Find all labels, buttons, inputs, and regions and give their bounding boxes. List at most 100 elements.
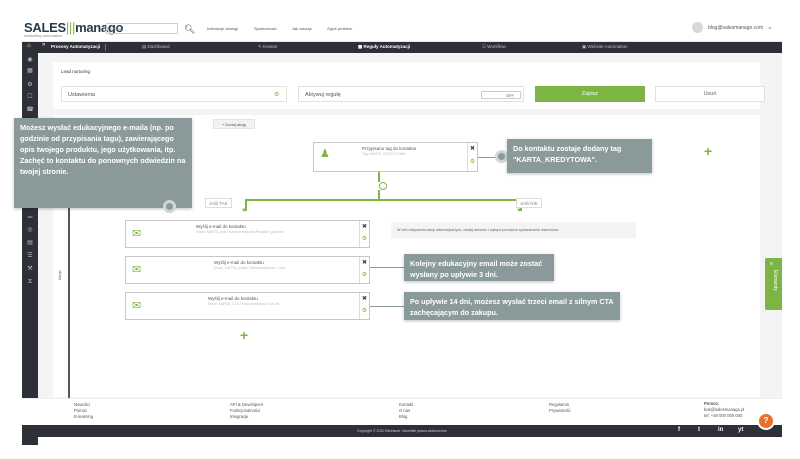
- nav-divider: [105, 44, 106, 51]
- top-header: SALES|||manago marketing automation Szuk…: [22, 18, 782, 42]
- callout-third-email: Po upływie 14 dni, możesz wysłać trzeci …: [404, 292, 620, 320]
- phone-icon[interactable]: ☎: [26, 106, 34, 114]
- footer-link[interactable]: Funkcjonalności: [230, 408, 260, 413]
- email-card-actions: ✖ ⚙: [359, 293, 369, 319]
- footer-link[interactable]: Nowości: [74, 402, 90, 407]
- chat-icon[interactable]: ☐: [26, 93, 34, 101]
- email-action-card-2[interactable]: ✉ Wyślij e-mail do kontaktu Email: KARTA…: [125, 256, 370, 284]
- callout-connector: [370, 267, 404, 268]
- double-chevron-icon[interactable]: »: [42, 42, 45, 48]
- arrow-down-icon: ▼: [241, 208, 247, 214]
- activate-toggle[interactable]: OFF: [481, 91, 521, 99]
- branch-yes-label: Jeśli TAK: [205, 198, 232, 208]
- email-card-subtitle: Email: KARTA_CTA / Karta kredytowa / 14 …: [208, 302, 280, 306]
- settings-dropdown[interactable]: Ustawienia ⚙: [61, 86, 287, 102]
- clock-icon[interactable]: [379, 182, 387, 190]
- eye-icon[interactable]: ◉: [26, 56, 34, 64]
- footer-link[interactable]: API & Developers: [230, 402, 263, 407]
- email-action-card-1[interactable]: ✉ Wyślij e-mail do kontaktu Email: KARTA…: [125, 220, 370, 248]
- footer-bar: Copyright © 2020 Benhauer. Wszelkie praw…: [22, 425, 782, 437]
- callout-marker: [163, 200, 176, 213]
- list-icon[interactable]: ☰: [26, 252, 34, 260]
- link-getting-started[interactable]: Jak zacząć: [292, 26, 312, 31]
- elements-panel-tab[interactable]: ≡ Elementy: [765, 258, 782, 310]
- connector-line: [378, 172, 380, 182]
- gear-icon[interactable]: ⚙: [468, 158, 477, 167]
- footer-link[interactable]: Pomoc: [74, 408, 87, 413]
- youtube-icon[interactable]: yt: [738, 427, 743, 433]
- gear-icon[interactable]: ⚙: [274, 91, 279, 98]
- grip-icon: ≡: [770, 261, 773, 267]
- support-title: Pomoc:: [704, 401, 720, 406]
- tab-workflow[interactable]: ☷ Workflow: [482, 44, 506, 50]
- nav-section-title[interactable]: Procesy Automatyzacji: [51, 44, 100, 49]
- gear-icon[interactable]: ⚙: [360, 307, 369, 316]
- calendar-icon[interactable]: ▤: [26, 239, 34, 247]
- tag-person-icon: ♟︎: [320, 148, 330, 160]
- wrench-icon[interactable]: ⚒: [26, 265, 34, 273]
- close-icon[interactable]: ✖: [360, 295, 369, 304]
- gear-icon[interactable]: ⚙: [26, 81, 34, 89]
- facebook-icon[interactable]: f: [678, 427, 680, 433]
- help-chat-icon[interactable]: ?: [757, 412, 775, 430]
- target-icon[interactable]: ◎: [26, 226, 34, 234]
- add-action-button[interactable]: + Dodaj akcję: [213, 119, 255, 129]
- search-icon[interactable]: 🔍︎: [184, 23, 196, 35]
- footer-link[interactable]: Kontakt: [399, 402, 413, 407]
- close-icon[interactable]: ✖: [360, 223, 369, 232]
- user-email[interactable]: blog@salesmanago.com: [708, 25, 763, 31]
- email-card-subtitle: Email: KARTA_email / Karta kredytowa / 3…: [214, 266, 286, 270]
- link-community[interactable]: Społeczność: [254, 26, 277, 31]
- footer-link[interactable]: O nas: [399, 408, 410, 413]
- trigger-card[interactable]: ♟︎ Przypisano tag do kontaktu Tag: KARTA…: [313, 142, 478, 172]
- add-action-plus-icon[interactable]: +: [240, 327, 248, 343]
- connector-line: [378, 190, 380, 199]
- close-icon[interactable]: ✖: [360, 259, 369, 268]
- gear-icon[interactable]: ⚙: [360, 271, 369, 280]
- link-report-problem[interactable]: Zgłoś problem: [327, 26, 352, 31]
- link-instructions[interactable]: Instrukcje obsługi: [207, 26, 238, 31]
- search-input[interactable]: Szukaj...: [106, 23, 178, 34]
- gear-icon[interactable]: ⚙: [360, 235, 369, 244]
- trigger-title: Przypisano tag do kontaktu: [362, 146, 417, 151]
- linkedin-icon[interactable]: in: [718, 427, 723, 433]
- email-icon: ✉: [132, 264, 142, 276]
- email-action-card-3[interactable]: ✉ Wyślij e-mail do kontaktu Email: KARTA…: [125, 292, 370, 320]
- tab-creator[interactable]: ✎ Kreator: [258, 44, 278, 50]
- copyright: Copyright © 2020 Benhauer. Wszelkie praw…: [357, 429, 448, 433]
- delete-button[interactable]: Usuń: [655, 86, 765, 102]
- callout-second-email: Kolejny edukacyjny email może zostać wys…: [404, 254, 554, 281]
- logo-subtitle: marketing automation: [24, 33, 63, 38]
- footer-link[interactable]: Prywatność: [549, 408, 571, 413]
- add-branch-plus-icon[interactable]: +: [704, 143, 712, 159]
- tab-automation-rules[interactable]: ▦ Reguły Automatyzacji: [358, 44, 410, 50]
- chart-icon[interactable]: ▁: [26, 211, 34, 219]
- avatar[interactable]: [692, 22, 703, 33]
- footer-link[interactable]: Integracje: [230, 414, 248, 419]
- support-email[interactable]: bok@salesmanago.pl: [704, 407, 744, 412]
- tab-website-automation[interactable]: ▣ Website Automation: [582, 44, 627, 50]
- footer-link[interactable]: Blog: [399, 414, 407, 419]
- close-icon[interactable]: ✖: [468, 145, 477, 154]
- save-button[interactable]: Zapisz: [535, 86, 645, 102]
- home-icon[interactable]: ⌂: [27, 43, 31, 49]
- email-card-title: Wyślij e-mail do kontaktu: [214, 260, 264, 265]
- filter-icon[interactable]: ⧖: [26, 278, 34, 286]
- tab-dashboard[interactable]: ▤ Dashboard: [142, 44, 170, 50]
- activate-rule-label: Aktywuj regułę: [305, 92, 341, 98]
- email-card-actions: ✖ ⚙: [359, 221, 369, 247]
- footer-link[interactable]: Regulamin: [549, 402, 569, 407]
- branch-no-label: Jeśli NIE: [516, 198, 542, 208]
- twitter-icon[interactable]: t: [698, 427, 700, 433]
- activate-rule-field: Aktywuj regułę OFF: [298, 86, 524, 102]
- branch-line: [245, 199, 521, 201]
- rule-name: Lead nurturing: [61, 69, 91, 74]
- email-icon: ✉: [132, 300, 142, 312]
- email-icon: ✉: [132, 228, 142, 240]
- chevron-down-icon[interactable]: ⌄: [767, 23, 773, 31]
- no-branch-message: W celu włączenia akcji alternatywnych, d…: [391, 222, 636, 238]
- footer-link[interactable]: E-learning: [74, 414, 93, 419]
- grid-icon[interactable]: ▦: [26, 67, 34, 75]
- rule-settings-panel: Lead nurturing Ustawienia ⚙ Aktywuj regu…: [53, 62, 765, 109]
- actions-label: Akcje: [57, 270, 62, 280]
